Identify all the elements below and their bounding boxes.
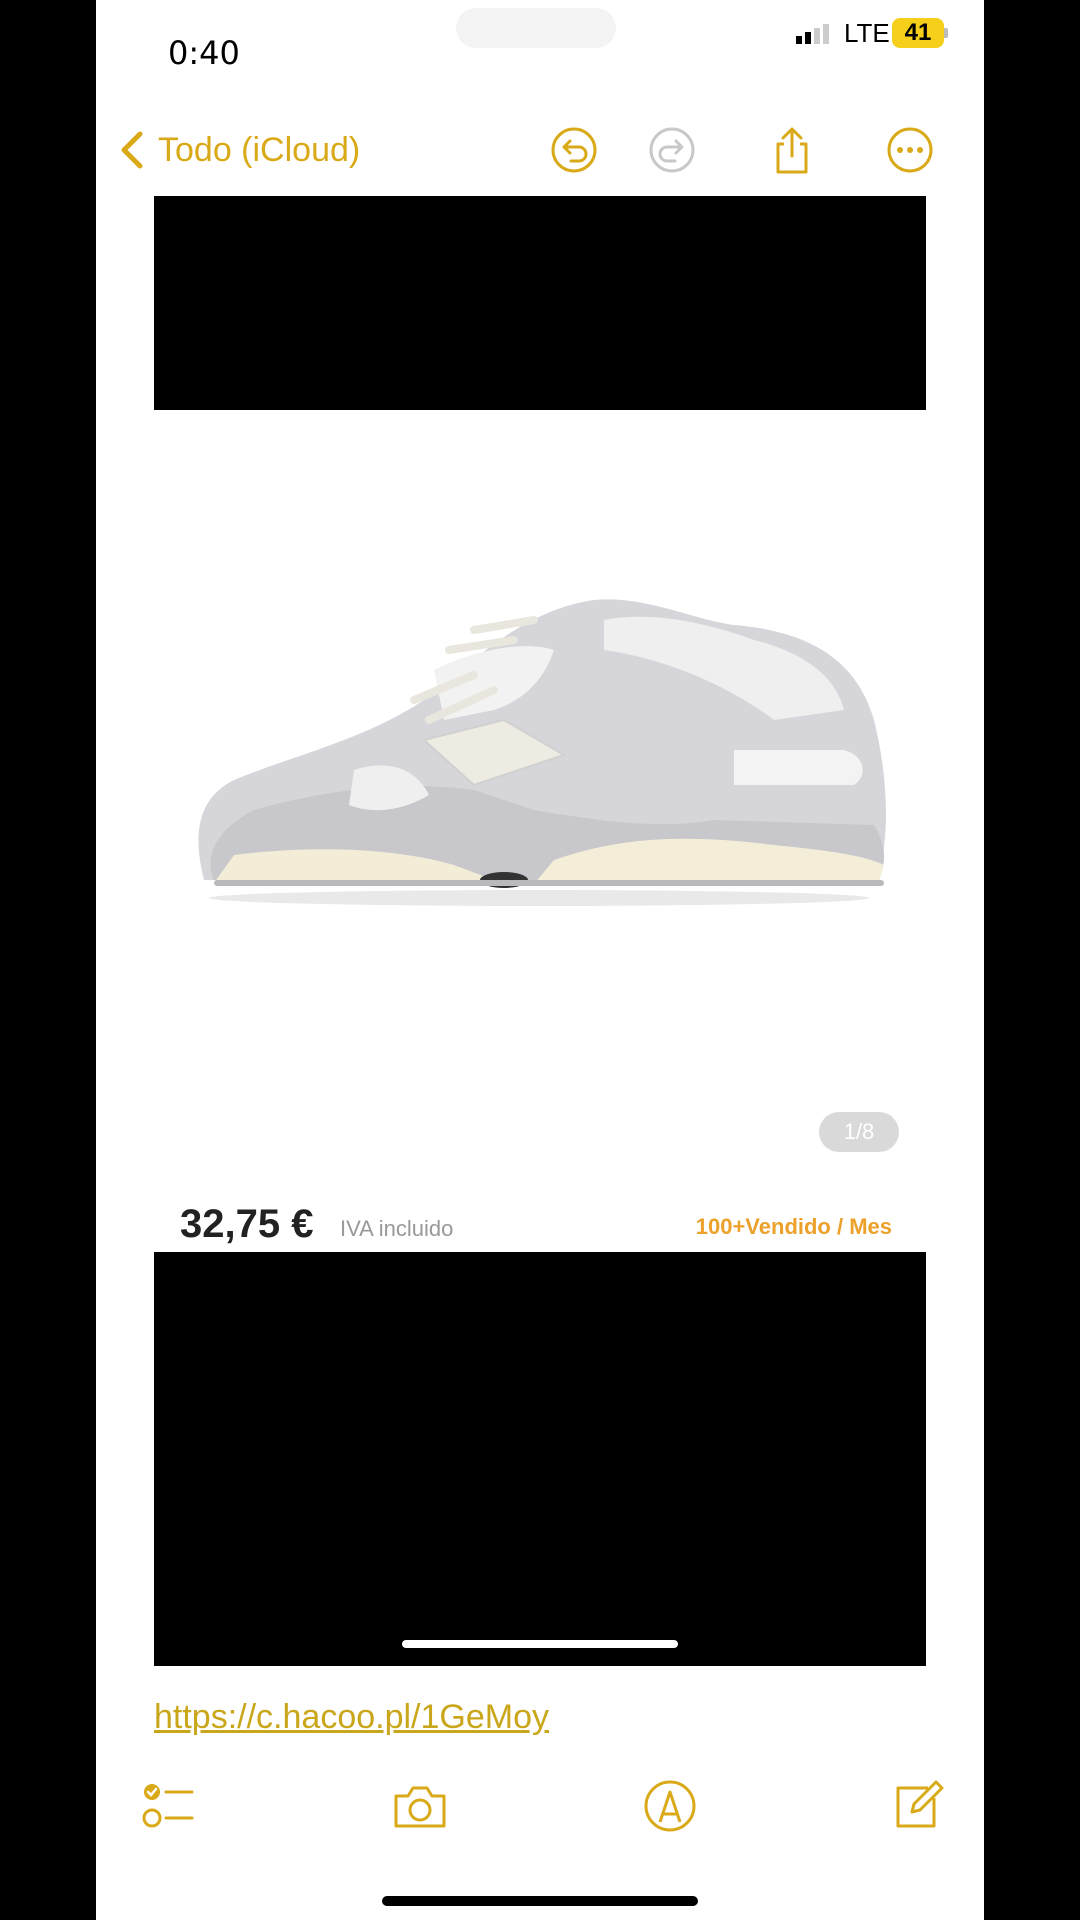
markup-pen-icon[interactable]	[642, 1778, 698, 1834]
battery-tip	[944, 28, 948, 38]
camera-icon[interactable]	[392, 1778, 448, 1834]
sold-count: 100+Vendido / Mes	[695, 1214, 892, 1239]
vat-label: IVA incluido	[340, 1216, 454, 1241]
product-price: 32,75 €	[180, 1202, 314, 1246]
signal-icon	[796, 24, 829, 44]
status-bar: 0:40 LTE 41	[96, 0, 984, 100]
home-indicator	[382, 1896, 698, 1906]
dynamic-island	[456, 8, 616, 48]
redo-icon[interactable]	[648, 126, 696, 174]
checklist-icon[interactable]	[142, 1778, 198, 1834]
share-icon[interactable]	[768, 126, 816, 174]
status-time: 0:40	[168, 34, 240, 72]
embedded-home-indicator	[402, 1640, 678, 1648]
undo-icon[interactable]	[550, 126, 598, 174]
blank-area-bottom	[154, 1252, 926, 1666]
bottom-toolbar	[96, 1770, 984, 1840]
image-pager-badge: 1/8	[819, 1112, 899, 1152]
compose-icon[interactable]	[888, 1778, 944, 1834]
note-link[interactable]: https://c.hacoo.pl/1GeMoy	[154, 1698, 549, 1737]
notes-app: 0:40 LTE 41 Todo (iCloud) 1/8 32,75 € IV…	[96, 0, 984, 1920]
network-label: LTE	[844, 18, 890, 48]
more-icon[interactable]	[886, 126, 934, 174]
battery-indicator: 41	[892, 18, 944, 48]
chevron-left-icon	[121, 131, 143, 169]
sneaker-image	[198, 599, 886, 906]
back-label: Todo (iCloud)	[158, 130, 361, 169]
blank-area-top	[154, 196, 926, 410]
embedded-screenshot[interactable]: 1/8 32,75 € IVA incluido 100+Vendido / M…	[154, 196, 926, 1666]
back-button[interactable]: Todo (iCloud)	[120, 130, 360, 170]
navigation-bar: Todo (iCloud)	[96, 120, 984, 180]
product-card: 1/8 32,75 € IVA incluido 100+Vendido / M…	[154, 410, 926, 1248]
